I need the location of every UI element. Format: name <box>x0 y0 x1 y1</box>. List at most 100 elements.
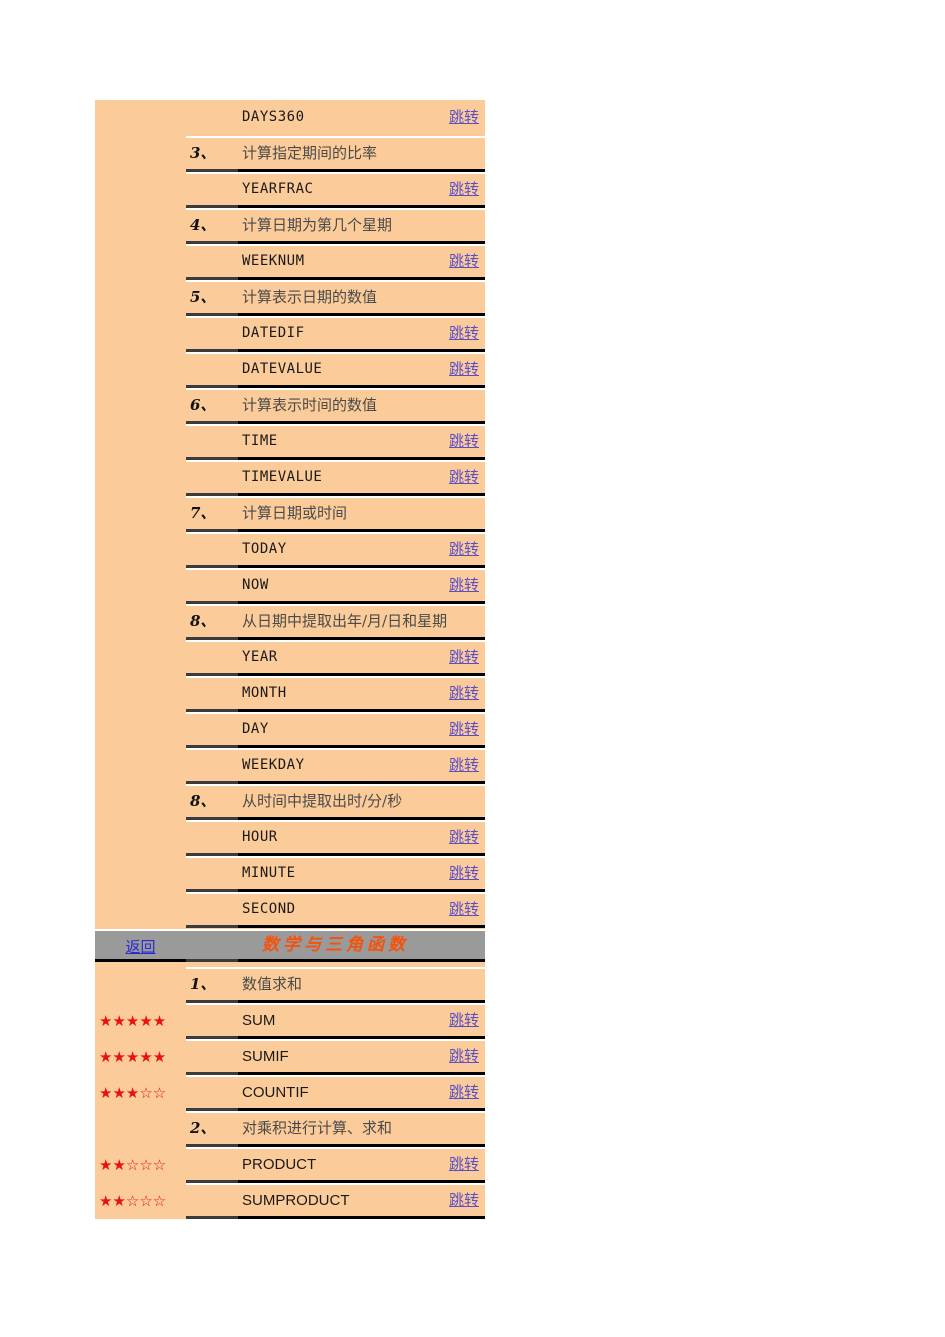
row-body: PRODUCT 跳转 <box>186 1147 485 1183</box>
row-body: 6、 计算表示时间的数值 <box>186 388 485 424</box>
jump-link[interactable]: 跳转 <box>449 426 479 457</box>
jump-link[interactable]: 跳转 <box>449 714 479 745</box>
function-row: DATEVALUE 跳转 <box>95 352 485 388</box>
group-number <box>190 246 232 277</box>
function-name: YEARFRAC <box>242 181 314 197</box>
function-row: DAY 跳转 <box>95 712 485 748</box>
function-name: MONTH <box>242 685 287 701</box>
group-number: 8、 <box>190 792 216 810</box>
jump-link[interactable]: 跳转 <box>449 678 479 709</box>
rating-stars <box>95 856 186 892</box>
jump-link[interactable]: 跳转 <box>449 354 479 385</box>
group-header-row: 6、 计算表示时间的数值 <box>95 388 485 424</box>
section-title-container: 数学与三角函数 <box>186 929 485 962</box>
group-header-row: 1、 数值求和 <box>95 967 485 1003</box>
group-number <box>190 1005 232 1036</box>
back-link[interactable]: 返回 <box>95 929 186 962</box>
section-title: 数学与三角函数 <box>186 931 485 959</box>
jump-link[interactable]: 跳转 <box>449 750 479 781</box>
function-row: ★★★★★ SUMIF 跳转 <box>95 1039 485 1075</box>
rating-stars: ★★★★★ <box>99 1012 167 1030</box>
section-header-row: 返回 数学与三角函数 <box>95 928 485 967</box>
group-number <box>190 318 232 349</box>
row-body: WEEKDAY 跳转 <box>186 748 485 784</box>
rating-stars <box>95 712 186 748</box>
function-name: DAY <box>242 721 269 737</box>
group-label: 数值求和 <box>242 975 303 993</box>
function-directory-table: DAYS360 跳转 3、 计算指定期间的比率 YEARFRAC 跳转 4、 计算日期为第几个… <box>95 100 485 1219</box>
function-row: YEAR 跳转 <box>95 640 485 676</box>
group-header-row: 8、 从时间中提取出时/分/秒 <box>95 784 485 820</box>
jump-link[interactable]: 跳转 <box>449 1005 479 1036</box>
jump-link[interactable]: 跳转 <box>449 822 479 853</box>
jump-link[interactable]: 跳转 <box>449 318 479 349</box>
row-body: DAY 跳转 <box>186 712 485 748</box>
group-number: 3、 <box>190 144 216 162</box>
jump-link[interactable]: 跳转 <box>449 1077 479 1108</box>
function-name: WEEKDAY <box>242 757 305 773</box>
group-label: 从时间中提取出时/分/秒 <box>242 792 403 810</box>
rating-stars: ★★★★★ <box>99 1048 167 1066</box>
group-number <box>190 750 232 781</box>
rating-stars <box>95 604 186 640</box>
row-body: SUMPRODUCT 跳转 <box>186 1183 485 1219</box>
function-name: SECOND <box>242 901 296 917</box>
row-body: DAYS360 跳转 <box>186 100 485 136</box>
group-number: 5、 <box>190 288 216 306</box>
rating-stars <box>95 136 186 172</box>
row-body: TIMEVALUE 跳转 <box>186 460 485 496</box>
jump-link[interactable]: 跳转 <box>449 858 479 889</box>
group-label: 计算指定期间的比率 <box>242 144 378 162</box>
function-name: COUNTIF <box>242 1084 309 1101</box>
jump-link[interactable]: 跳转 <box>449 570 479 601</box>
function-row: MONTH 跳转 <box>95 676 485 712</box>
row-body: 3、 计算指定期间的比率 <box>186 136 485 172</box>
group-number: 4、 <box>190 216 216 234</box>
group-number: 7、 <box>190 504 216 522</box>
jump-link[interactable]: 跳转 <box>449 462 479 493</box>
jump-link[interactable]: 跳转 <box>449 1149 479 1180</box>
jump-link[interactable]: 跳转 <box>449 1041 479 1072</box>
rating-stars <box>95 784 186 820</box>
group-header-row: 4、 计算日期为第几个星期 <box>95 208 485 244</box>
rating-stars <box>95 316 186 352</box>
group-label: 计算表示时间的数值 <box>242 396 378 414</box>
rating-stars <box>95 424 186 460</box>
group-number <box>190 534 232 565</box>
row-body: 2、 对乘积进行计算、求和 <box>186 1111 485 1147</box>
row-body: NOW 跳转 <box>186 568 485 604</box>
rating-stars <box>95 244 186 280</box>
jump-link[interactable]: 跳转 <box>449 102 479 133</box>
jump-link[interactable]: 跳转 <box>449 1185 479 1216</box>
group-number <box>190 678 232 709</box>
rating-stars <box>95 460 186 496</box>
rating-stars <box>95 568 186 604</box>
rating-stars <box>95 280 186 316</box>
function-row: DAYS360 跳转 <box>95 100 485 136</box>
jump-link[interactable]: 跳转 <box>449 894 479 925</box>
rating-stars <box>95 208 186 244</box>
rating-stars <box>95 532 186 568</box>
group-number <box>190 1149 232 1180</box>
jump-link[interactable]: 跳转 <box>449 174 479 205</box>
group-number <box>190 462 232 493</box>
function-name: WEEKNUM <box>242 253 305 269</box>
function-row: MINUTE 跳转 <box>95 856 485 892</box>
row-body: 5、 计算表示日期的数值 <box>186 280 485 316</box>
function-name: YEAR <box>242 649 278 665</box>
jump-link[interactable]: 跳转 <box>449 246 479 277</box>
function-name: SUM <box>242 1012 276 1029</box>
jump-link[interactable]: 跳转 <box>449 534 479 565</box>
row-body: DATEVALUE 跳转 <box>186 352 485 388</box>
function-row: DATEDIF 跳转 <box>95 316 485 352</box>
group-number <box>190 354 232 385</box>
row-body: TIME 跳转 <box>186 424 485 460</box>
row-body: 8、 从日期中提取出年/月/日和星期 <box>186 604 485 640</box>
group-number <box>190 822 232 853</box>
jump-link[interactable]: 跳转 <box>449 642 479 673</box>
rating-stars: ★★☆☆☆ <box>99 1192 167 1210</box>
rating-stars <box>95 967 186 1003</box>
row-body: COUNTIF 跳转 <box>186 1075 485 1111</box>
rating-stars <box>95 820 186 856</box>
group-number <box>190 426 232 457</box>
